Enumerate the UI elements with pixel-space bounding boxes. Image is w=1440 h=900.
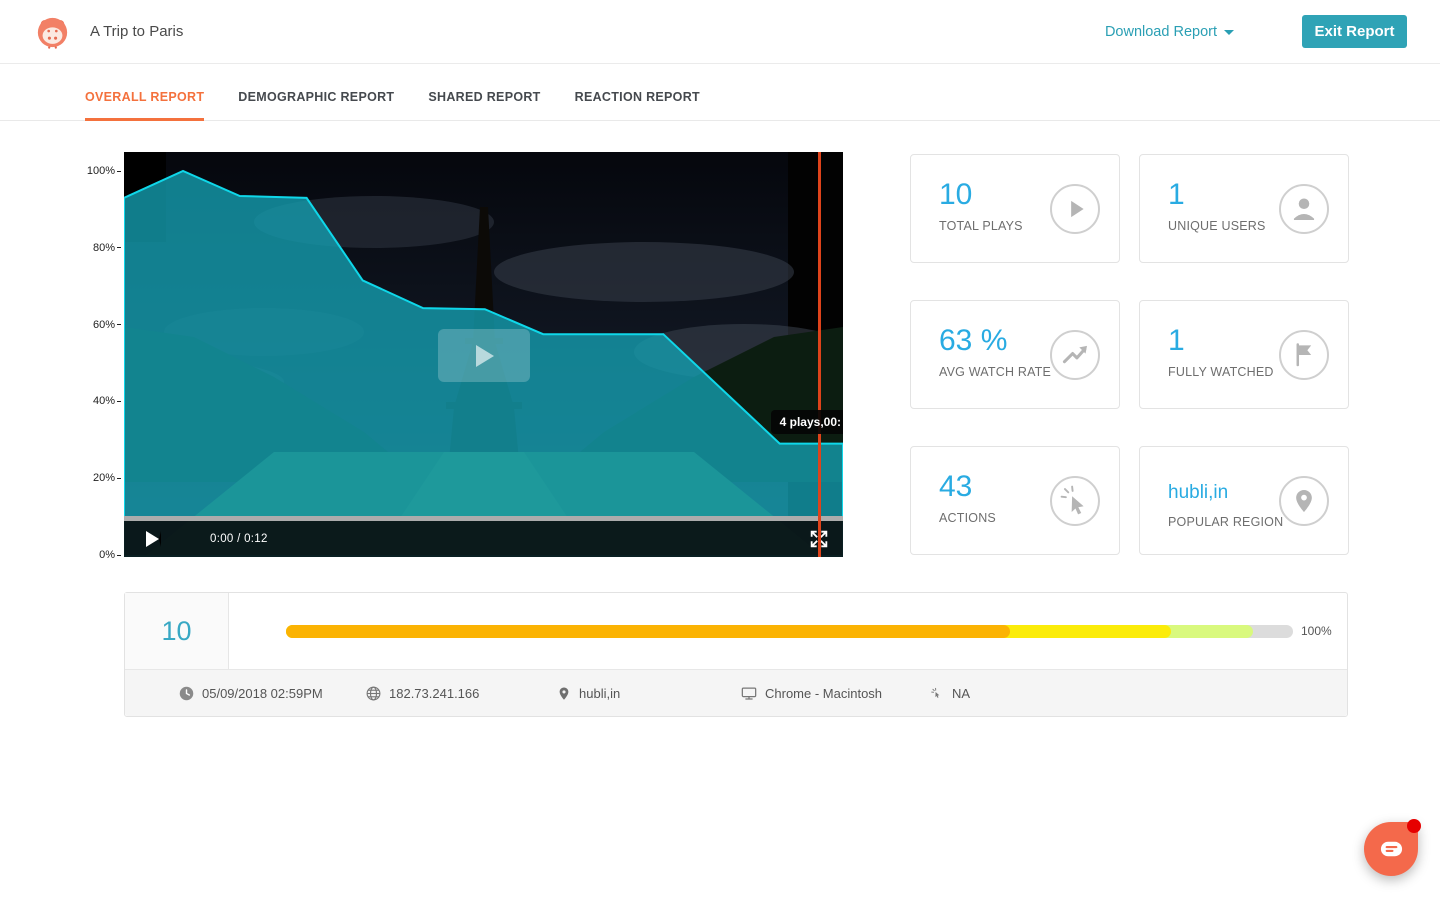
chat-widget-button[interactable] bbox=[1364, 822, 1418, 876]
meta-text: 182.73.241.166 bbox=[389, 686, 479, 701]
tab-demographic-report[interactable]: DEMOGRAPHIC REPORT bbox=[238, 90, 394, 121]
click-icon bbox=[929, 686, 944, 701]
tab-overall-report[interactable]: OVERALL REPORT bbox=[85, 90, 204, 121]
y-axis-label: 80% bbox=[93, 242, 121, 254]
hippo-video-logo-icon bbox=[36, 16, 69, 49]
stat-card-unique-users: 1 UNIQUE USERS bbox=[1139, 154, 1349, 263]
viewer-play-count: 10 bbox=[125, 593, 229, 670]
notification-dot bbox=[1407, 819, 1421, 833]
location-pin-icon bbox=[557, 686, 571, 701]
meta-text: hubli,in bbox=[579, 686, 620, 701]
app-header: A Trip to Paris Download Report Exit Rep… bbox=[0, 0, 1440, 64]
location-pin-icon bbox=[1281, 477, 1327, 525]
play-icon bbox=[476, 345, 494, 367]
playhead-marker[interactable] bbox=[818, 152, 821, 557]
stat-card-fully-watched: 1 FULLY WATCHED bbox=[1139, 300, 1349, 409]
watch-bar-segment bbox=[286, 625, 1010, 638]
chevron-down-icon bbox=[1224, 30, 1234, 35]
video-player[interactable]: 4 plays,00: 0:00 / 0:12 bbox=[124, 152, 843, 557]
stat-card-popular-region: hubli,in POPULAR REGION bbox=[1139, 446, 1349, 555]
y-axis-label: 60% bbox=[93, 319, 121, 331]
player-control-bar: 0:00 / 0:12 bbox=[124, 521, 843, 557]
meta-actions: NA bbox=[929, 670, 970, 717]
meta-timestamp: 05/09/2018 02:59PM bbox=[179, 670, 323, 717]
clock-icon bbox=[179, 686, 194, 701]
play-icon bbox=[1052, 185, 1098, 233]
globe-icon bbox=[366, 686, 381, 701]
viewer-bar-row: 10 100% bbox=[125, 593, 1347, 670]
download-report-label: Download Report bbox=[1105, 0, 1217, 64]
time-display: 0:00 / 0:12 bbox=[210, 521, 268, 557]
meta-ip-address: 182.73.241.166 bbox=[366, 670, 479, 717]
meta-browser-os: Chrome - Macintosh bbox=[741, 670, 882, 717]
page-title: A Trip to Paris bbox=[90, 0, 183, 64]
y-axis-label: 20% bbox=[93, 472, 121, 484]
meta-location: hubli,in bbox=[557, 670, 620, 717]
click-icon bbox=[1052, 477, 1098, 525]
engagement-y-axis: 100%80%60%40%20%0% bbox=[0, 152, 121, 557]
viewer-row-card: 10 100% 05/09/2018 02:59PM 182.73.241.16… bbox=[124, 592, 1348, 717]
graph-tooltip: 4 plays,00: bbox=[771, 410, 843, 434]
download-report-link[interactable]: Download Report bbox=[1105, 0, 1234, 64]
user-icon bbox=[1281, 185, 1327, 233]
viewer-meta-row: 05/09/2018 02:59PM 182.73.241.166 hubli,… bbox=[125, 669, 1347, 716]
stat-card-actions: 43 ACTIONS bbox=[910, 446, 1120, 555]
watch-percent-label: 100% bbox=[1301, 625, 1332, 638]
play-button[interactable] bbox=[146, 531, 161, 547]
meta-text: NA bbox=[952, 686, 970, 701]
stats-grid: 10 TOTAL PLAYS 1 UNIQUE USERS 63 % AVG W… bbox=[910, 154, 1349, 555]
stat-card-total-plays: 10 TOTAL PLAYS bbox=[910, 154, 1120, 263]
exit-report-button[interactable]: Exit Report bbox=[1302, 15, 1407, 48]
meta-text: 05/09/2018 02:59PM bbox=[202, 686, 323, 701]
y-axis-label: 0% bbox=[99, 549, 121, 561]
stat-card-avg-watch-rate: 63 % AVG WATCH RATE bbox=[910, 300, 1120, 409]
flag-icon bbox=[1281, 331, 1327, 379]
meta-text: Chrome - Macintosh bbox=[765, 686, 882, 701]
report-tabs: OVERALL REPORT DEMOGRAPHIC REPORT SHARED… bbox=[0, 64, 1440, 121]
tab-reaction-report[interactable]: REACTION REPORT bbox=[575, 90, 700, 121]
y-axis-label: 40% bbox=[93, 395, 121, 407]
watch-progress-bar bbox=[286, 625, 1293, 638]
tab-shared-report[interactable]: SHARED REPORT bbox=[428, 90, 540, 121]
y-axis-label: 100% bbox=[87, 165, 121, 177]
big-play-button[interactable] bbox=[438, 329, 530, 382]
trending-up-icon bbox=[1052, 331, 1098, 379]
chat-bubble-icon bbox=[1379, 839, 1404, 859]
monitor-icon bbox=[741, 686, 757, 701]
